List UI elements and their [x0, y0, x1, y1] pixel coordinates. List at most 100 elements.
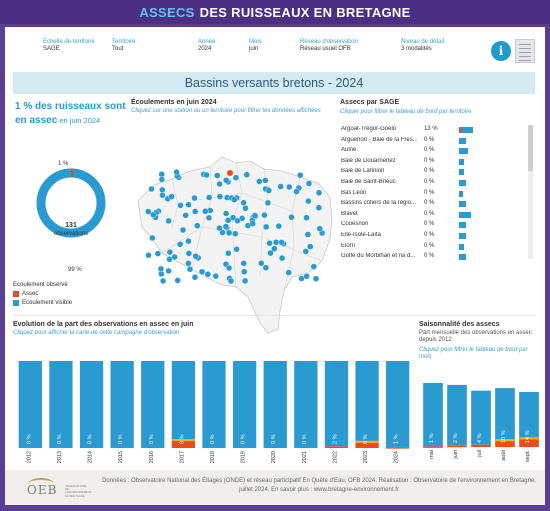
station-dot[interactable]: [222, 210, 230, 217]
station-dot[interactable]: [243, 171, 251, 178]
station-dot[interactable]: [316, 225, 323, 232]
legend-item-assec[interactable]: Assec: [13, 291, 72, 297]
station-dot[interactable]: [158, 176, 166, 183]
station-dot[interactable]: [271, 245, 278, 252]
station-dot[interactable]: [173, 168, 180, 176]
bar-assec[interactable]: [423, 446, 443, 448]
station-dot[interactable]: [185, 250, 193, 257]
station-dot[interactable]: [176, 241, 184, 248]
station-dot[interactable]: [232, 174, 240, 181]
sage-bar[interactable]: [459, 222, 466, 229]
legend-item-visible[interactable]: Ecoulement visible: [13, 300, 72, 306]
station-dot[interactable]: [303, 214, 310, 221]
station-dot[interactable]: [286, 183, 293, 191]
seasonal-chart[interactable]: 1 % mai 2 % juin 4 % juil 10 % août 14 % sept.: [417, 367, 541, 481]
station-dot[interactable]: [186, 266, 194, 273]
station-dot[interactable]: [145, 251, 152, 259]
bar-visible[interactable]: [324, 361, 349, 447]
station-dot[interactable]: [222, 223, 230, 230]
filter-territoire[interactable]: Territoire Tout: [112, 39, 135, 52]
station-dot[interactable]: [205, 194, 213, 201]
bar-visible[interactable]: [355, 361, 379, 443]
bar-assec[interactable]: [324, 446, 349, 448]
station-dot[interactable]: [275, 222, 283, 230]
bar-assec[interactable]: [447, 445, 467, 448]
sage-row[interactable]: Couesnon 0 %: [339, 220, 519, 230]
station-dot[interactable]: [293, 188, 300, 195]
station-dot[interactable]: [205, 214, 213, 222]
station-dot[interactable]: [278, 239, 285, 246]
station-dot[interactable]: [165, 267, 172, 275]
station-dot[interactable]: [185, 201, 192, 208]
station-dot[interactable]: [305, 197, 312, 205]
station-dot[interactable]: [157, 265, 165, 273]
station-dot[interactable]: [310, 263, 318, 270]
station-dot[interactable]: [272, 239, 280, 246]
sage-row[interactable]: Baie de Douarnenez 0 %: [339, 157, 519, 167]
station-dot[interactable]: [261, 211, 268, 219]
station-dot[interactable]: [216, 224, 223, 232]
sage-row[interactable]: Argoat-Trégor-Goëlo 13 %: [339, 125, 519, 135]
sage-bar[interactable]: [459, 180, 466, 186]
sage-bar[interactable]: [459, 190, 463, 197]
filter-annee[interactable]: Année 2024: [198, 39, 215, 52]
bar-visible[interactable]: [171, 361, 196, 442]
station-dot[interactable]: [222, 177, 230, 184]
station-dot[interactable]: [148, 185, 155, 193]
sage-bar[interactable]: [459, 127, 473, 133]
sage-row[interactable]: Golfe du Morbihan et ria d... 0 %: [339, 252, 519, 261]
station-dot[interactable]: [192, 253, 199, 260]
station-dot[interactable]: [149, 234, 156, 242]
station-dot[interactable]: [265, 187, 273, 194]
sage-row[interactable]: Blavet 0 %: [339, 210, 519, 220]
sage-bar[interactable]: [459, 211, 472, 218]
sage-bar[interactable]: [459, 201, 466, 208]
station-dot[interactable]: [150, 211, 157, 219]
filter-echelle[interactable]: Echelle de territoire SAGE: [43, 39, 95, 52]
station-dot[interactable]: [227, 277, 235, 285]
station-dot[interactable]: [154, 250, 162, 257]
station-dot[interactable]: [213, 172, 221, 179]
station-dot[interactable]: [232, 230, 239, 237]
station-dot[interactable]: [315, 189, 323, 197]
station-dot[interactable]: [262, 223, 270, 231]
station-dot[interactable]: [302, 248, 310, 255]
station-dot[interactable]: [262, 177, 269, 184]
sage-row[interactable]: Elle-Isole-Laïta 0 %: [339, 231, 519, 241]
station-dot[interactable]: [233, 246, 240, 253]
station-dot[interactable]: [306, 243, 314, 250]
sage-bar[interactable]: [459, 254, 466, 261]
station-dot[interactable]: [166, 248, 174, 256]
bar-visible[interactable]: [386, 361, 410, 448]
station-dot[interactable]: [159, 186, 166, 194]
station-dot[interactable]: [191, 273, 199, 281]
station-dot[interactable]: [305, 180, 313, 187]
station-dot[interactable]: [165, 217, 172, 225]
station-dot[interactable]: [185, 237, 192, 245]
sage-row[interactable]: Bas Léon 0 %: [339, 189, 519, 199]
station-dot[interactable]: [192, 208, 199, 215]
sage-bar[interactable]: [459, 243, 465, 250]
scrollbar-thumb[interactable]: [528, 125, 533, 171]
sage-bar[interactable]: [459, 169, 465, 176]
station-dot[interactable]: [315, 204, 323, 211]
table-icon[interactable]: [515, 39, 535, 63]
sage-row[interactable]: Elorn 0 %: [339, 242, 519, 252]
station-dot[interactable]: [249, 220, 256, 227]
station-dot[interactable]: [216, 193, 224, 200]
filter-niveau[interactable]: Niveau de détail 3 modalités: [401, 39, 444, 52]
station-dot[interactable]: [194, 222, 201, 229]
filter-mois[interactable]: Mois juin: [249, 39, 262, 52]
sage-row[interactable]: Aulne 0 %: [339, 146, 519, 156]
station-dot-assec[interactable]: [226, 169, 234, 177]
station-dot[interactable]: [288, 214, 295, 221]
bar-assec[interactable]: [471, 444, 491, 447]
station-dot[interactable]: [256, 178, 263, 185]
station-dot[interactable]: [277, 183, 284, 190]
sage-bar[interactable]: [459, 233, 466, 239]
station-dot[interactable]: [266, 239, 273, 247]
station-dot[interactable]: [216, 180, 223, 188]
station-dot[interactable]: [241, 277, 249, 285]
station-dot[interactable]: [262, 264, 270, 271]
sage-row[interactable]: Baie de Saint-Brieuc 0 %: [339, 178, 519, 188]
